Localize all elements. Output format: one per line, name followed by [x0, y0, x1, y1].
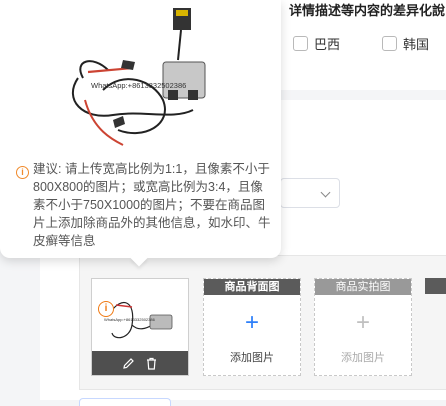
- section-heading: 详情描述等内容的差异化說: [289, 3, 446, 18]
- watermark-text: WhatsApp:+8613332502386: [91, 81, 186, 90]
- advice-text: 建议: 请上传宽高比例为1:1，且像素不小于800X800的图片；或宽高比例为3…: [33, 162, 271, 248]
- add-image-label: 添加图片: [230, 352, 274, 364]
- checkbox-box[interactable]: [382, 36, 397, 51]
- checkbox-label: 韩国: [403, 37, 430, 52]
- image-advice-popover: WhatsApp:+8613332502386 i 建议: 请上传宽高比例为1:…: [0, 0, 281, 267]
- upload-slot-real[interactable]: 商品实拍图 + 添加图片: [314, 278, 412, 376]
- warning-icon: i: [98, 301, 114, 317]
- upload-slot-next[interactable]: [425, 278, 446, 294]
- slot-label: 商品实拍图: [315, 279, 411, 295]
- bottom-button[interactable]: [79, 398, 171, 406]
- checkbox-box[interactable]: [293, 36, 308, 51]
- product-preview-image: WhatsApp:+8613332502386: [72, 8, 206, 146]
- uploaded-image-slot[interactable]: WhatsApp:+8613332502386 i: [91, 278, 189, 376]
- watermark-text: WhatsApp:+8613332502386: [104, 317, 156, 322]
- chevron-down-icon: [320, 187, 331, 198]
- plus-icon: +: [244, 309, 259, 336]
- product-thumbnail: WhatsApp:+8613332502386: [104, 301, 173, 339]
- trash-icon[interactable]: [145, 357, 158, 370]
- edit-icon[interactable]: [122, 357, 135, 370]
- plus-icon: +: [355, 309, 370, 336]
- upload-slot-back[interactable]: 商品背面图 + 添加图片: [203, 278, 301, 376]
- info-icon: i: [16, 166, 29, 179]
- checkbox-brazil[interactable]: 巴西: [293, 34, 340, 53]
- checkbox-label: 巴西: [314, 37, 341, 52]
- add-image-label: 添加图片: [341, 352, 385, 364]
- slot-label: 商品背面图: [204, 279, 300, 295]
- checkbox-korea[interactable]: 韩国: [382, 34, 429, 53]
- image-actions: [92, 351, 188, 375]
- dropdown-select[interactable]: [280, 178, 340, 208]
